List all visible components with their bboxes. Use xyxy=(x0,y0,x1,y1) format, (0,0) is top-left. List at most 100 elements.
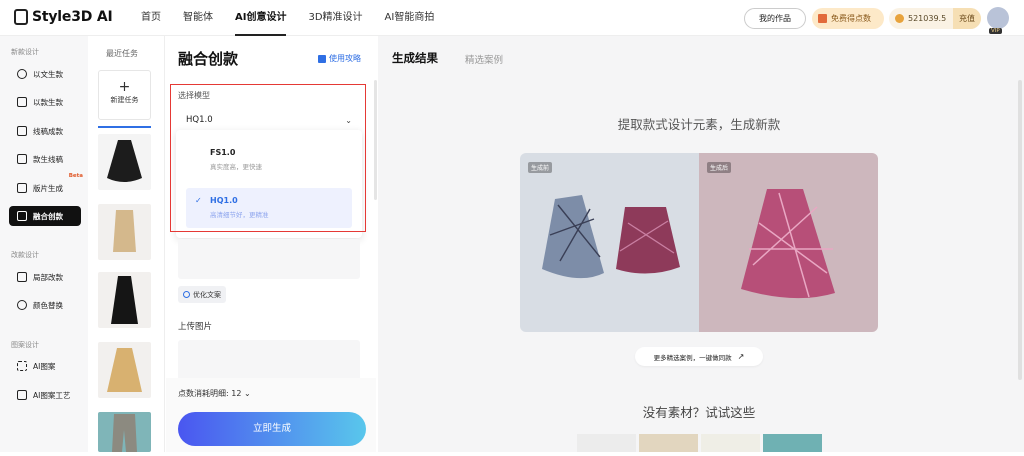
sidebar-item-color-replace[interactable]: 颜色替换 xyxy=(9,295,81,315)
left-sidebar: 新款设计 以文生款 以款生款 线稿成款 款生线稿 版片生成 Beta 融合创款 改… xyxy=(0,36,88,452)
sidebar-item-text-to-style[interactable]: 以文生款 xyxy=(9,64,81,84)
footer-area: 点数消耗明细: 12 ⌄ 立即生成 xyxy=(166,378,376,452)
more-cases-button[interactable]: 更多精选案例，一键做同款 ↗ xyxy=(635,347,763,366)
vip-badge: VIP xyxy=(989,28,1002,34)
prompt-textarea[interactable] xyxy=(178,239,360,279)
task-thumb-skirt-black[interactable] xyxy=(98,134,151,190)
panel-scrollbar[interactable] xyxy=(374,80,377,200)
gray-pants-image xyxy=(112,414,137,452)
shirt-outline-icon xyxy=(17,154,27,164)
local-modify-icon xyxy=(17,272,27,282)
task-thumb-skirt-tan[interactable] xyxy=(98,342,151,398)
before-tag: 生成前 xyxy=(528,162,553,173)
comparison-card: 生成前 生成后 xyxy=(520,153,878,332)
my-works-button[interactable]: 我的作品 xyxy=(744,8,806,29)
style3d-logo-icon xyxy=(14,9,28,25)
task-thumb-pants-gray[interactable] xyxy=(98,412,151,452)
tasks-divider xyxy=(98,126,151,128)
new-task-button[interactable]: + 新建任务 xyxy=(98,70,151,120)
free-points-button[interactable]: 免费得点数 xyxy=(812,8,884,29)
sidebar-item-label: 颜色替换 xyxy=(33,300,63,310)
right-scrollbar[interactable] xyxy=(1018,80,1022,380)
beige-vest-image xyxy=(113,210,136,252)
sidebar-item-label: AI图案 xyxy=(33,361,56,371)
guide-label: 使用攻略 xyxy=(329,54,361,63)
recent-tasks-title: 最近任务 xyxy=(106,49,138,58)
sidebar-group-pattern: 图案设计 xyxy=(11,341,39,349)
optimize-label: 优化文案 xyxy=(193,290,221,299)
book-icon xyxy=(318,54,326,63)
plus-icon: + xyxy=(118,79,131,95)
points-value: 521039.5 xyxy=(908,14,947,23)
no-material-title: 没有素材？试试这些 xyxy=(642,405,756,420)
sidebar-item-ai-pattern-craft[interactable]: AI图案工艺 xyxy=(9,385,81,405)
optimize-icon xyxy=(183,291,190,298)
arrow-up-right-icon: ↗ xyxy=(737,352,745,361)
sidebar-group-new: 新款设计 xyxy=(11,48,39,56)
free-points-label: 免费得点数 xyxy=(831,14,871,23)
result-area: 生成结果 精选案例 提取款式设计元素，生成新款 生成前 生成后 更多精选案例，一… xyxy=(378,36,1024,452)
sidebar-item-label: AI图案工艺 xyxy=(33,390,71,400)
sidebar-item-ai-pattern[interactable]: AI图案 xyxy=(9,356,81,376)
sidebar-item-local-modify[interactable]: 局部改款 xyxy=(9,267,81,287)
highlight-box xyxy=(170,84,366,232)
sidebar-item-label: 以文生款 xyxy=(33,69,63,79)
sidebar-item-label: 局部改款 xyxy=(33,272,63,282)
settings-panel: 融合创款 使用攻略 选择模型 HQ1.0 ⌄ FS1.0 真实度高，更快速 ✓ … xyxy=(166,36,376,452)
coin-icon xyxy=(895,14,904,23)
sample-thumb-3[interactable] xyxy=(701,434,760,452)
sidebar-group-modify: 改款设计 xyxy=(11,251,39,259)
task-thumb-dress-black[interactable] xyxy=(98,272,151,328)
shirt-icon xyxy=(17,126,27,136)
black-dress-image xyxy=(111,276,138,324)
text-style-icon xyxy=(17,69,27,79)
upload-area[interactable] xyxy=(178,340,360,380)
sidebar-item-label: 融合创款 xyxy=(33,211,63,221)
nav-home[interactable]: 首页 xyxy=(130,0,172,36)
sample-thumb-2[interactable] xyxy=(639,434,698,452)
brand-name: Style3D AI xyxy=(32,9,113,25)
guide-link[interactable]: 使用攻略 xyxy=(318,53,361,64)
generate-button[interactable]: 立即生成 xyxy=(178,412,366,446)
recharge-button[interactable]: 充值 xyxy=(953,8,981,29)
avatar[interactable]: VIP xyxy=(987,7,1009,34)
cost-detail[interactable]: 点数消耗明细: 12 ⌄ xyxy=(178,388,251,399)
optimize-text-button[interactable]: 优化文案 xyxy=(178,286,226,303)
new-task-label: 新建任务 xyxy=(110,96,139,104)
palette-icon xyxy=(17,300,27,310)
after-panel: 生成后 xyxy=(699,153,878,332)
tan-skirt-image xyxy=(107,348,142,392)
black-skirt-image xyxy=(107,140,142,182)
nav-agent[interactable]: 智能体 xyxy=(172,0,224,36)
upload-label: 上传图片 xyxy=(178,322,213,332)
top-bar: Style3D AI 首页 智能体 AI创意设计 3D精准设计 AI智能商拍 我… xyxy=(0,0,1024,36)
recent-tasks: 最近任务 + 新建任务 xyxy=(88,36,165,452)
main-nav: 首页 智能体 AI创意设计 3D精准设计 AI智能商拍 xyxy=(130,0,445,36)
sidebar-item-style-to-sketch[interactable]: 款生线稿 xyxy=(9,149,81,169)
brand-logo[interactable]: Style3D AI xyxy=(14,9,113,25)
nav-3d-design[interactable]: 3D精准设计 xyxy=(297,0,373,36)
sample-thumb-1[interactable] xyxy=(577,434,636,452)
sidebar-item-sketch-to-style[interactable]: 线稿成款 xyxy=(9,121,81,141)
sidebar-item-fusion[interactable]: 融合创款 xyxy=(9,206,81,226)
sample-thumb-4[interactable] xyxy=(763,434,822,452)
sidebar-item-style-to-style[interactable]: 以款生款 xyxy=(9,92,81,112)
chevron-down-icon: ⌄ xyxy=(243,389,251,398)
beta-badge: Beta xyxy=(68,173,83,179)
sidebar-item-label: 线稿成款 xyxy=(33,126,63,136)
headline: 提取款式设计元素，生成新款 xyxy=(617,117,781,132)
more-cases-label: 更多精选案例，一键做同款 xyxy=(653,353,732,362)
task-thumb-vest-beige[interactable] xyxy=(98,204,151,260)
tab-results[interactable]: 生成结果 xyxy=(392,50,438,66)
sidebar-item-pattern-gen[interactable]: 版片生成 Beta xyxy=(9,173,83,198)
before-images xyxy=(542,195,680,279)
points-balance: 521039.5 充值 xyxy=(889,8,981,29)
fusion-icon xyxy=(17,211,27,221)
tab-cases[interactable]: 精选案例 xyxy=(465,52,503,66)
after-tag: 生成后 xyxy=(707,162,732,173)
ai-pattern-icon xyxy=(17,361,27,371)
style-style-icon xyxy=(17,97,27,107)
nav-ai-creative-design[interactable]: AI创意设计 xyxy=(224,0,297,36)
nav-ai-photo[interactable]: AI智能商拍 xyxy=(374,0,446,36)
sidebar-item-label: 版片生成 xyxy=(33,183,63,193)
